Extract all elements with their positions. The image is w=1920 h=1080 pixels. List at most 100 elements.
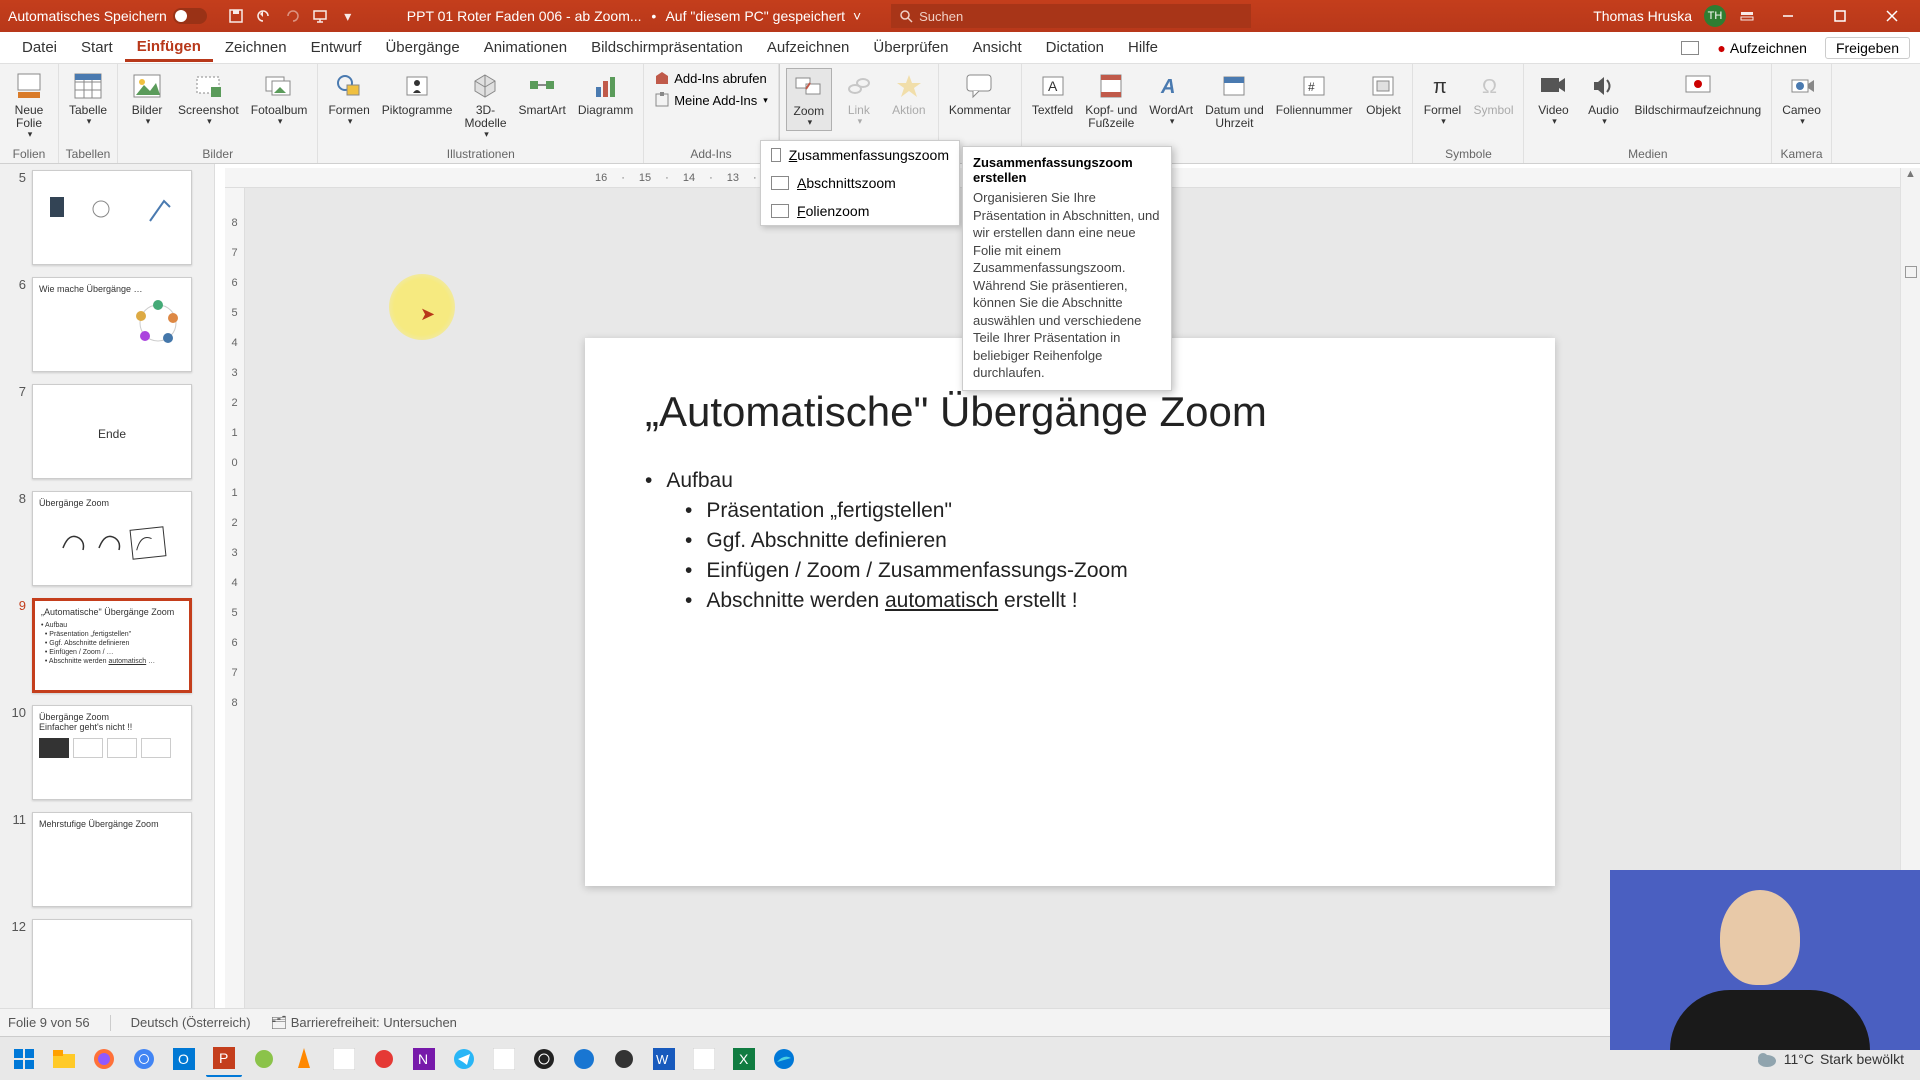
app-icon-4[interactable] — [486, 1041, 522, 1077]
accessibility-status[interactable]: Barrierefreiheit: Untersuchen — [291, 1015, 457, 1030]
close-button[interactable] — [1872, 0, 1912, 32]
my-addins-button[interactable]: Meine Add-Ins▾ — [650, 90, 772, 110]
slide-bullets[interactable]: Aufbau — [645, 466, 1495, 496]
app-icon-5[interactable] — [566, 1041, 602, 1077]
tab-einfuegen[interactable]: Einfügen — [125, 34, 213, 62]
menu-summary-zoom[interactable]: ZZusammenfassungszoomusammenfassungszoom — [761, 141, 959, 169]
chrome-icon[interactable] — [126, 1041, 162, 1077]
tab-datei[interactable]: Datei — [10, 35, 69, 60]
tab-uebergaenge[interactable]: Übergänge — [373, 35, 471, 60]
thumb-11[interactable]: Mehrstufige Übergänge Zoom — [32, 812, 192, 907]
weather-widget[interactable]: 11°C Stark bewölkt — [1756, 1050, 1914, 1068]
photoalbum-button[interactable]: Fotoalbum▾ — [247, 68, 312, 129]
slide-counter[interactable]: Folie 9 von 56 — [8, 1015, 90, 1030]
wordart-button[interactable]: AWordArt▾ — [1145, 68, 1197, 129]
tab-start[interactable]: Start — [69, 35, 125, 60]
comment-icon — [962, 70, 998, 102]
audio-button[interactable]: Audio▾ — [1580, 68, 1626, 129]
slide-thumbnails-panel[interactable]: 5 6Wie mache Übergänge … 7Ende 8Übergäng… — [0, 164, 215, 1008]
header-footer-button[interactable]: Kopf- und Fußzeile — [1081, 68, 1141, 132]
app-icon-6[interactable] — [606, 1041, 642, 1077]
slidenumber-button[interactable]: #Foliennummer — [1272, 68, 1357, 119]
telegram-icon[interactable] — [446, 1041, 482, 1077]
obs-icon[interactable] — [526, 1041, 562, 1077]
thumb-5[interactable] — [32, 170, 192, 265]
share-button[interactable]: Freigeben — [1825, 37, 1910, 59]
tab-bildschirm[interactable]: Bildschirmpräsentation — [579, 35, 755, 60]
svg-text:Ω: Ω — [1482, 76, 1497, 98]
toggle-switch[interactable] — [173, 8, 207, 24]
search-box[interactable]: Suchen — [891, 4, 1251, 28]
equation-button[interactable]: πFormel▾ — [1419, 68, 1465, 129]
tab-animationen[interactable]: Animationen — [472, 35, 579, 60]
thumb-7[interactable]: Ende — [32, 384, 192, 479]
menu-section-zoom[interactable]: Abschnittszoom — [761, 169, 959, 197]
textbox-button[interactable]: ATextfeld — [1028, 68, 1077, 119]
comment-button[interactable]: Kommentar — [945, 68, 1015, 119]
powerpoint-icon[interactable]: P — [206, 1041, 242, 1077]
app-icon-7[interactable] — [686, 1041, 722, 1077]
tab-dictation[interactable]: Dictation — [1034, 35, 1116, 60]
tab-zeichnen[interactable]: Zeichnen — [213, 35, 299, 60]
user-avatar[interactable]: TH — [1704, 5, 1726, 27]
action-button: Aktion — [886, 68, 932, 119]
onenote-icon[interactable]: N — [406, 1041, 442, 1077]
word-icon[interactable]: W — [646, 1041, 682, 1077]
tab-hilfe[interactable]: Hilfe — [1116, 35, 1170, 60]
outlook-icon[interactable]: O — [166, 1041, 202, 1077]
excel-icon[interactable]: X — [726, 1041, 762, 1077]
slide-canvas[interactable]: „Automatische" Übergänge Zoom Aufbau Prä… — [585, 338, 1555, 886]
video-button[interactable]: Video▾ — [1530, 68, 1576, 129]
screenshot-button[interactable]: Screenshot▾ — [174, 68, 243, 129]
smartart-button[interactable]: SmartArt — [515, 68, 570, 119]
redo-icon[interactable] — [283, 7, 301, 25]
tab-entwurf[interactable]: Entwurf — [299, 35, 374, 60]
present-icon[interactable] — [311, 7, 329, 25]
zoom-button[interactable]: Zoom▾ — [786, 68, 832, 131]
maximize-button[interactable] — [1820, 0, 1860, 32]
thumb-8[interactable]: Übergänge Zoom — [32, 491, 192, 586]
autosave-toggle[interactable]: Automatisches Speichern — [8, 8, 207, 24]
object-button[interactable]: Objekt — [1360, 68, 1406, 119]
thumb-6[interactable]: Wie mache Übergänge … — [32, 277, 192, 372]
menu-slide-zoom[interactable]: Folienzoom — [761, 197, 959, 225]
cameo-button[interactable]: Cameo▾ — [1778, 68, 1825, 129]
explorer-icon[interactable] — [46, 1041, 82, 1077]
edge-icon[interactable] — [766, 1041, 802, 1077]
language-status[interactable]: Deutsch (Österreich) — [131, 1015, 251, 1030]
start-button[interactable] — [6, 1041, 42, 1077]
user-name: Thomas Hruska — [1593, 8, 1692, 24]
undo-icon[interactable] — [255, 7, 273, 25]
tab-ansicht[interactable]: Ansicht — [960, 35, 1033, 60]
table-button[interactable]: Tabelle▾ — [65, 68, 111, 129]
pictures-button[interactable]: Bilder▾ — [124, 68, 170, 129]
app-icon-2[interactable] — [326, 1041, 362, 1077]
datetime-button[interactable]: Datum und Uhrzeit — [1201, 68, 1268, 132]
new-slide-button[interactable]: Neue Folie▾ — [6, 68, 52, 142]
icons-button[interactable]: Piktogramme — [378, 68, 457, 119]
get-addins-button[interactable]: Add-Ins abrufen — [650, 68, 772, 88]
scroll-up-icon[interactable]: ▲ — [1901, 168, 1920, 186]
slide-title[interactable]: „Automatische" Übergänge Zoom — [645, 388, 1495, 436]
shapes-button[interactable]: Formen▾ — [324, 68, 373, 129]
app-icon-1[interactable] — [246, 1041, 282, 1077]
save-icon[interactable] — [227, 7, 245, 25]
3dmodels-button[interactable]: 3D- Modelle▾ — [460, 68, 510, 142]
ribbon-mode-icon[interactable] — [1738, 7, 1756, 25]
tab-ueberpruefen[interactable]: Überprüfen — [861, 35, 960, 60]
thumb-10[interactable]: Übergänge Zoom Einfacher geht's nicht !! — [32, 705, 192, 800]
chart-button[interactable]: Diagramm — [574, 68, 637, 119]
thumb-9[interactable]: „Automatische" Übergänge Zoom• Aufbau • … — [32, 598, 192, 693]
more-icon[interactable]: ▾ — [339, 7, 357, 25]
firefox-icon[interactable] — [86, 1041, 122, 1077]
minimize-button[interactable] — [1768, 0, 1808, 32]
bullet-5: Abschnitte werden automatisch erstellt ! — [685, 586, 1495, 616]
screenrec-button[interactable]: Bildschirmaufzeichnung — [1630, 68, 1765, 119]
thumb-12[interactable] — [32, 919, 192, 1008]
comments-pane-icon[interactable] — [1681, 41, 1699, 55]
tab-aufzeichnen[interactable]: Aufzeichnen — [755, 35, 862, 60]
record-button[interactable]: ●Aufzeichnen — [1709, 38, 1815, 58]
app-icon-3[interactable] — [366, 1041, 402, 1077]
scroll-handle[interactable] — [1905, 266, 1917, 278]
vlc-icon[interactable] — [286, 1041, 322, 1077]
